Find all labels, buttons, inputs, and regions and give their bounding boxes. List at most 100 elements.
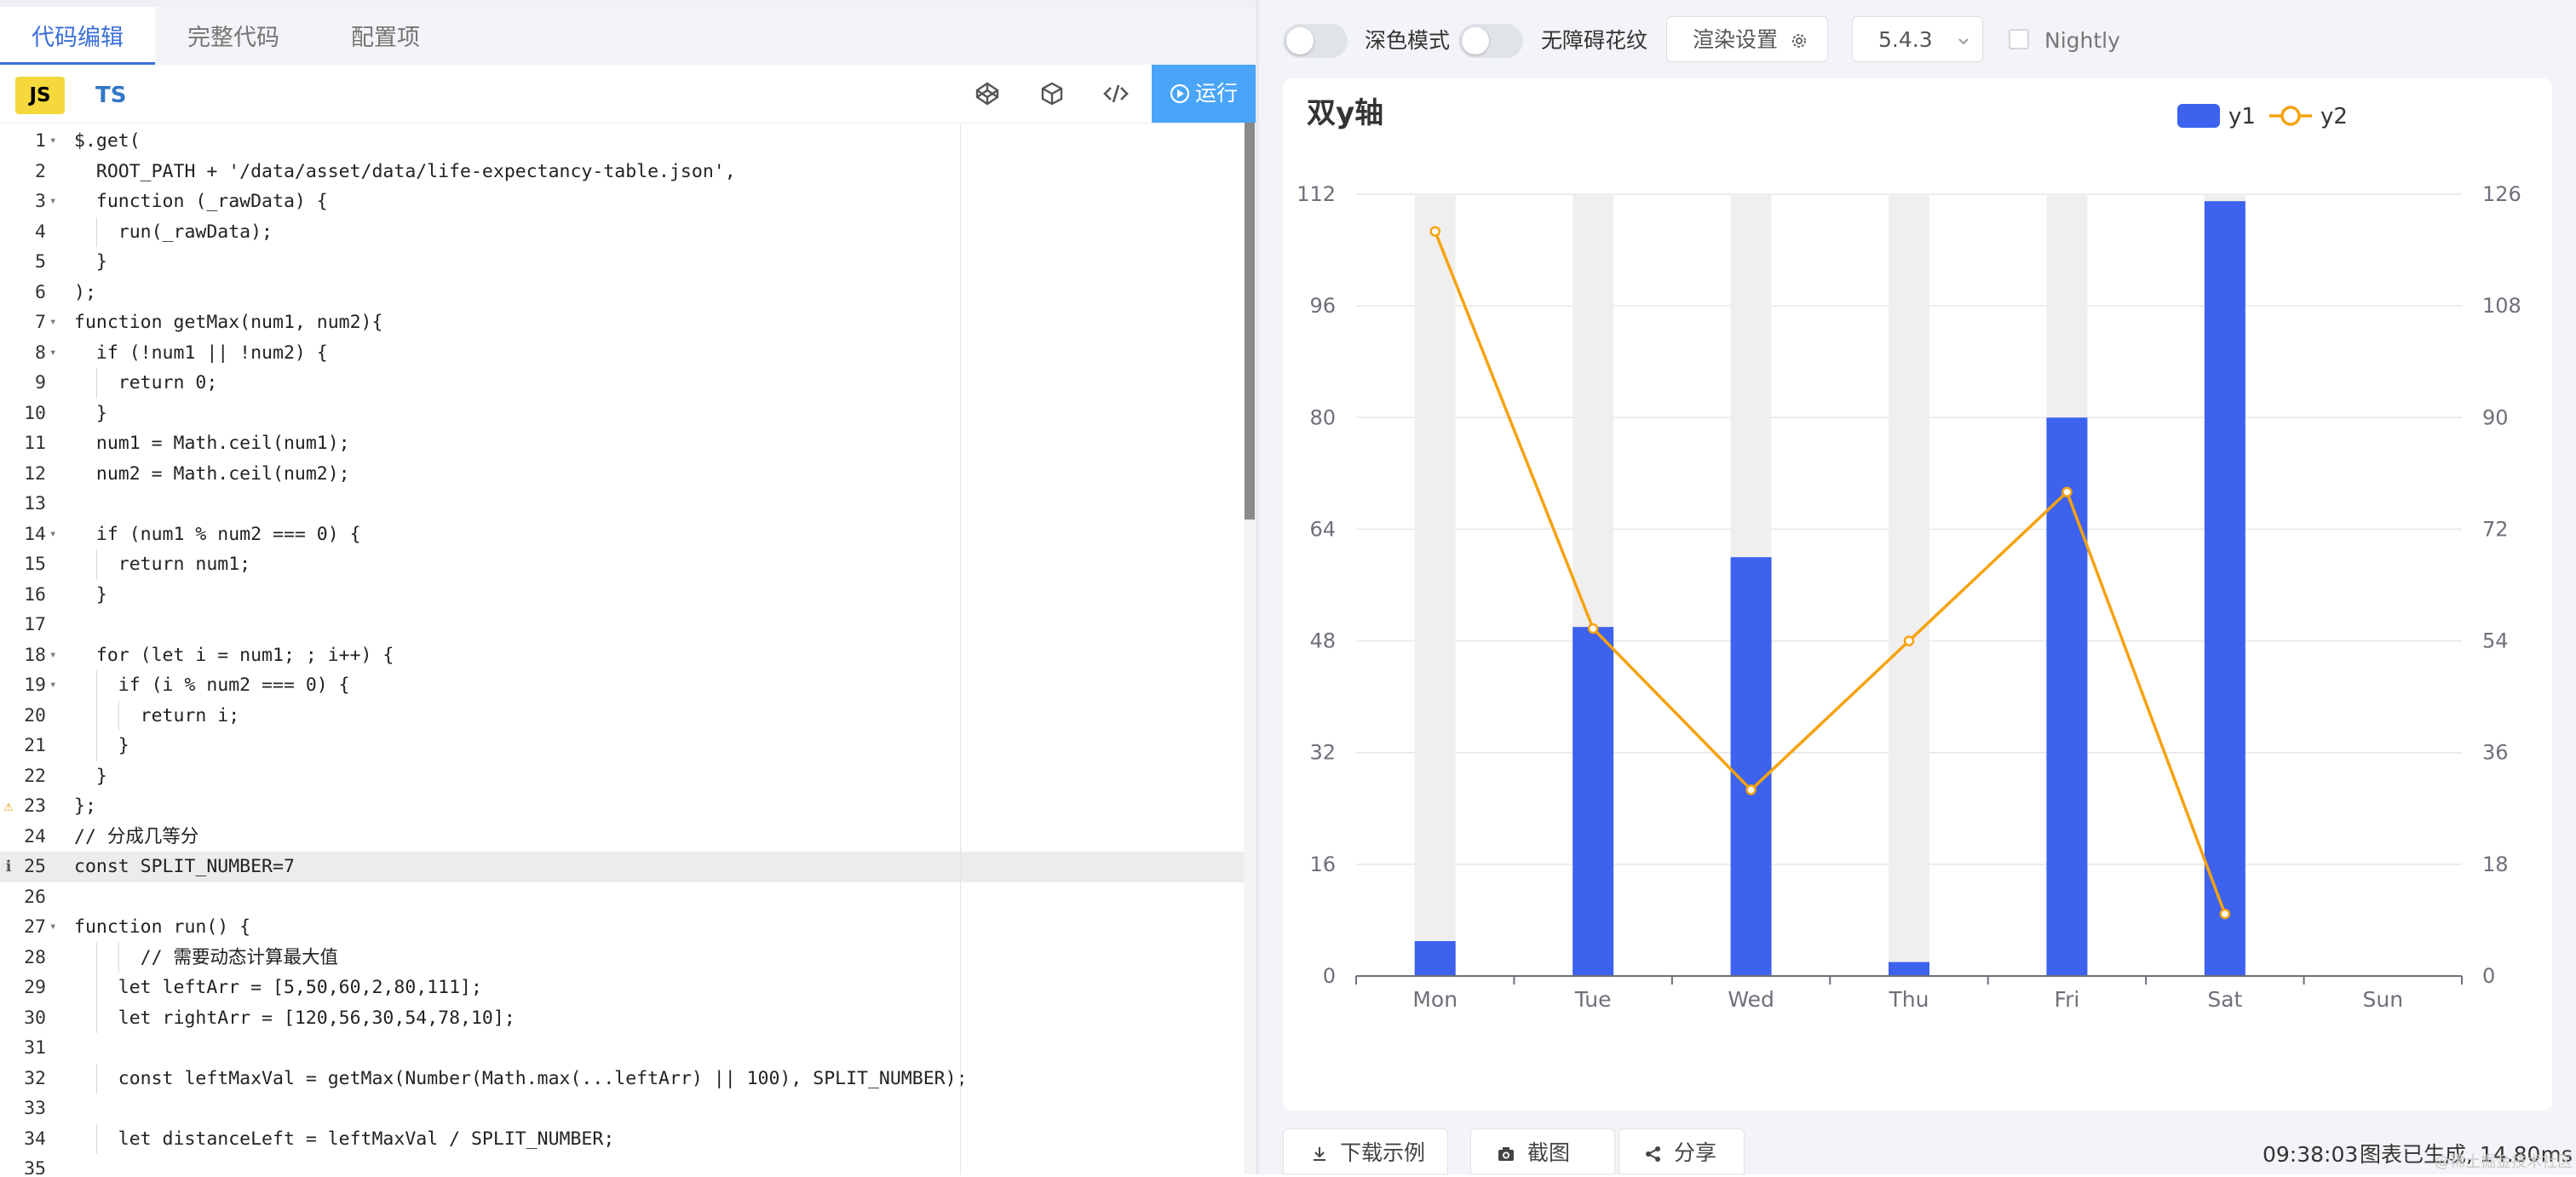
code-text: num1 = Math.ceil(num1); xyxy=(74,433,350,454)
code-line[interactable]: 26 xyxy=(0,882,1244,913)
download-button[interactable]: 下载示例 xyxy=(1283,1128,1448,1174)
x-tick-label: Sun xyxy=(2363,987,2404,1012)
code-editor[interactable]: 1 ▾ $.get(2 ROOT_PATH + '/data/asset/data/… xyxy=(0,123,1244,1174)
line-number: 14 xyxy=(24,523,46,545)
fold-arrow-icon[interactable]: ▾ xyxy=(49,640,56,671)
code-line[interactable]: 22 } xyxy=(0,761,1244,792)
y2-series-line xyxy=(1434,231,2227,915)
code-line[interactable]: 12 num2 = Math.ceil(num2); xyxy=(0,459,1244,490)
code-line[interactable]: 18 ▾ for (let i = num1; ; i++) { xyxy=(0,640,1244,671)
line-number: 31 xyxy=(24,1037,46,1059)
code-line[interactable]: 8 ▾ if (!num1 || !num2) { xyxy=(0,338,1244,369)
bar-thu xyxy=(1889,962,1929,976)
tab-code-edit[interactable]: 代码编辑 xyxy=(0,7,155,65)
line-number: 13 xyxy=(24,493,46,514)
code-line[interactable]: 31 xyxy=(0,1033,1244,1064)
codepen-icon[interactable] xyxy=(974,80,1001,107)
fold-arrow-icon[interactable]: ▾ xyxy=(49,912,56,943)
code-line[interactable]: 21 } xyxy=(0,731,1244,761)
code-line[interactable]: 32 const leftMaxVal = getMax(Number(Math… xyxy=(0,1063,1244,1094)
line-number: 32 xyxy=(24,1067,46,1089)
embed-code-icon[interactable] xyxy=(1102,80,1130,107)
codesandbox-icon[interactable] xyxy=(1038,80,1066,107)
code-line[interactable]: 16 } xyxy=(0,580,1244,611)
info-icon[interactable]: ℹ xyxy=(0,852,17,882)
code-text: function (_rawData) { xyxy=(74,191,328,212)
line-number: 17 xyxy=(24,614,46,635)
code-line[interactable]: 6); xyxy=(0,278,1244,308)
y-left-tick-label: 16 xyxy=(1309,853,1336,876)
fold-arrow-icon[interactable]: ▾ xyxy=(49,126,56,157)
code-line[interactable]: 2 ROOT_PATH + '/data/asset/data/life-exp… xyxy=(0,157,1244,187)
fold-arrow-icon[interactable]: ▾ xyxy=(49,520,56,550)
decal-switch[interactable] xyxy=(1458,24,1523,58)
tab-full-code[interactable]: 完整代码 xyxy=(187,7,279,65)
code-text: if (!num1 || !num2) { xyxy=(74,342,328,364)
run-button[interactable]: 运行 xyxy=(1152,65,1256,123)
line-number: 8 xyxy=(35,342,46,364)
line-number: 22 xyxy=(24,765,46,787)
y-right-tick-label: 0 xyxy=(2482,964,2495,988)
y-right-tick-label: 90 xyxy=(2482,405,2509,429)
code-line[interactable]: 19 ▾ if (i % num2 === 0) { xyxy=(0,670,1244,701)
code-line[interactable]: 15 return num1; xyxy=(0,549,1244,580)
code-line[interactable]: 13 xyxy=(0,489,1244,520)
code-line[interactable]: 4 run(_rawData); xyxy=(0,216,1244,247)
decal-label: 无障碍花纹 xyxy=(1541,28,1648,53)
code-line[interactable]: 3 ▾ function (_rawData) { xyxy=(0,187,1244,217)
code-line[interactable]: 23 ⚠}; xyxy=(0,791,1244,822)
screenshot-button[interactable]: 截图 xyxy=(1470,1128,1615,1174)
legend-y2-label: y2 xyxy=(2320,104,2348,129)
warning-icon[interactable]: ⚠ xyxy=(0,791,17,822)
code-line[interactable]: 24 // 分成几等分 xyxy=(0,822,1244,853)
code-line[interactable]: 9 return 0; xyxy=(0,368,1244,399)
y2-point xyxy=(1429,226,1440,237)
code-line[interactable]: 27 ▾ function run() { xyxy=(0,912,1244,943)
code-line[interactable]: 11 num1 = Math.ceil(num1); xyxy=(0,428,1244,459)
dark-mode-label: 深色模式 xyxy=(1365,28,1451,53)
editor-scrollbar-thumb[interactable] xyxy=(1245,123,1255,520)
code-line[interactable]: 20 return i; xyxy=(0,700,1244,731)
code-line[interactable]: 25 ℹ const SPLIT_NUMBER=7 xyxy=(0,852,1244,882)
fold-arrow-icon[interactable]: ▾ xyxy=(49,187,56,217)
fold-arrow-icon[interactable]: ▾ xyxy=(49,670,56,701)
nightly-checkbox[interactable] xyxy=(2009,29,2029,49)
share-label: 分享 xyxy=(1674,1140,1717,1165)
code-text: } xyxy=(74,583,107,606)
lang-ts-button[interactable]: TS xyxy=(95,77,126,114)
line-number: 26 xyxy=(24,886,46,908)
code-line[interactable]: 33 xyxy=(0,1094,1244,1124)
version-select[interactable]: 5.4.3 xyxy=(1852,16,1983,62)
code-text: } xyxy=(74,765,107,787)
fold-arrow-icon[interactable]: ▾ xyxy=(49,307,56,338)
x-tick-label: Wed xyxy=(1728,987,1774,1012)
tab-options[interactable]: 配置项 xyxy=(351,7,420,65)
line-number: 29 xyxy=(24,977,46,998)
code-line[interactable]: 28 // 需要动态计算最大值 xyxy=(0,942,1244,973)
code-line[interactable]: 29 let leftArr = [5,50,60,2,80,111]; xyxy=(0,973,1244,1003)
bar-fri xyxy=(2046,417,2088,976)
code-line[interactable]: 5 } xyxy=(0,247,1244,278)
y-right-tick-label: 126 xyxy=(2482,182,2521,206)
fold-arrow-icon[interactable]: ▾ xyxy=(49,338,56,369)
line-number: 35 xyxy=(24,1158,46,1174)
render-settings-button[interactable]: 渲染设置 xyxy=(1666,16,1828,62)
dark-mode-switch[interactable] xyxy=(1283,24,1348,58)
code-line[interactable]: 17 xyxy=(0,610,1244,640)
code-line[interactable]: 35 xyxy=(0,1154,1244,1174)
y-left-tick-label: 64 xyxy=(1309,517,1336,541)
code-text: return num1; xyxy=(74,554,251,575)
bar-wed xyxy=(1730,557,1772,976)
code-text: if (i % num2 === 0) { xyxy=(74,675,350,696)
code-line[interactable]: 1 ▾ $.get( xyxy=(0,126,1244,157)
code-line[interactable]: 10 } xyxy=(0,399,1244,429)
lang-js-button[interactable]: JS xyxy=(15,77,65,114)
code-line[interactable]: 34 let distanceLeft = leftMaxVal / SPLIT… xyxy=(0,1123,1244,1154)
code-line[interactable]: 14 ▾ if (num1 % num2 === 0) { xyxy=(0,520,1244,550)
code-line[interactable]: 30 let rightArr = [120,56,30,54,78,10]; xyxy=(0,1002,1244,1033)
share-button[interactable]: 分享 xyxy=(1619,1128,1745,1174)
y-left-tick-label: 80 xyxy=(1309,405,1336,429)
editor-toolbar: JS TS 运行 xyxy=(0,65,1256,123)
code-line[interactable]: 7 ▾ function getMax(num1, num2){ xyxy=(0,307,1244,338)
chart-card: 双y轴 0 16 32 48 64 80 96 112 0 18 36 54 72 90 108 126 Mon… xyxy=(1283,78,2552,1111)
